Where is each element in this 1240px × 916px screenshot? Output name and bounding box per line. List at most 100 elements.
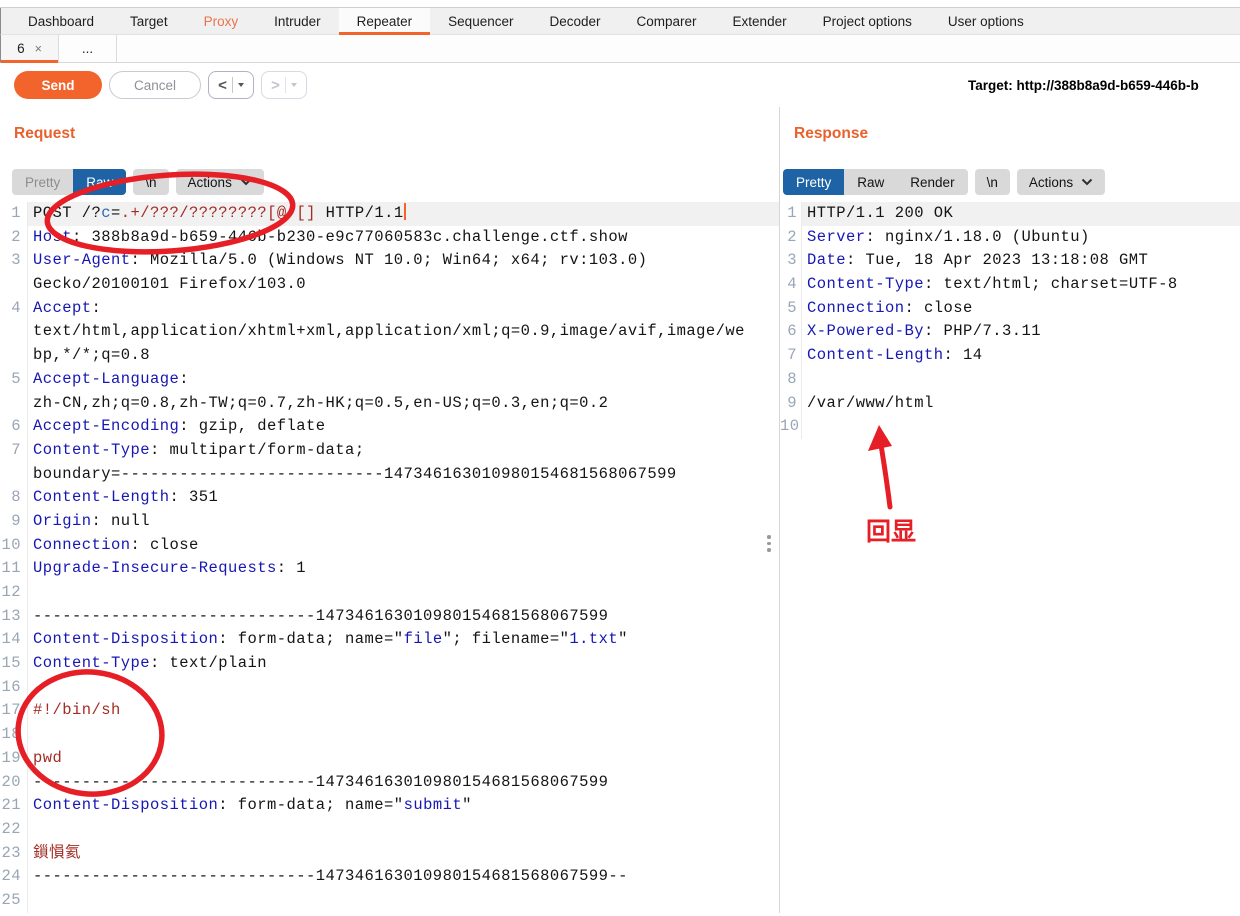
- code-line[interactable]: text/html,application/xhtml+xml,applicat…: [27, 320, 779, 345]
- tab-repeater[interactable]: Repeater: [338, 8, 431, 35]
- code-line[interactable]: pwd: [27, 746, 779, 771]
- tab-intruder[interactable]: Intruder: [256, 8, 339, 34]
- code-line[interactable]: boundary=---------------------------1473…: [27, 462, 779, 487]
- code-line[interactable]: Date: Tue, 18 Apr 2023 13:18:08 GMT: [801, 249, 1240, 274]
- line-number: 20: [1, 772, 21, 791]
- code-line[interactable]: [27, 888, 779, 913]
- send-button[interactable]: Send: [14, 71, 102, 99]
- line-number: 1: [11, 204, 21, 222]
- code-line[interactable]: [27, 723, 779, 747]
- tab-proxy[interactable]: Proxy: [186, 8, 257, 34]
- button-divider: [231, 77, 233, 93]
- code-line[interactable]: /var/www/html: [801, 391, 1240, 416]
- code-line[interactable]: Content-Type: multipart/form-data;: [27, 438, 779, 463]
- cancel-button[interactable]: Cancel: [109, 71, 201, 99]
- code-line[interactable]: Accept-Language:: [27, 367, 779, 392]
- code-line[interactable]: Accept-Encoding: gzip, deflate: [27, 415, 779, 439]
- view-raw-button[interactable]: Raw: [73, 169, 127, 195]
- tab-user-options[interactable]: User options: [930, 8, 1042, 34]
- tab-decoder[interactable]: Decoder: [531, 8, 618, 34]
- code-line[interactable]: [801, 415, 1240, 439]
- line-number: [0, 344, 27, 368]
- code-line[interactable]: [27, 817, 779, 842]
- code-line[interactable]: Connection: close: [801, 296, 1240, 321]
- line-number: [0, 463, 27, 487]
- code-line[interactable]: Origin: null: [27, 509, 779, 534]
- history-dropdown-icon[interactable]: [237, 83, 244, 87]
- line-number: 6: [11, 417, 21, 436]
- actions-label: Actions: [187, 174, 232, 190]
- chevron-down-icon: [240, 178, 252, 186]
- code-line[interactable]: [27, 675, 779, 700]
- line-number: 25: [1, 890, 21, 909]
- view-pretty-button[interactable]: Pretty: [783, 169, 845, 195]
- line-number: 2: [787, 227, 797, 246]
- code-line[interactable]: Content-Length: 14: [801, 344, 1240, 368]
- code-line[interactable]: Content-Length: 351: [27, 486, 779, 510]
- text-cursor: [403, 203, 406, 220]
- code-line[interactable]: Host: 388b8a9d-b659-446b-b230-e9c7706058…: [27, 225, 779, 250]
- newline-label: \n: [145, 174, 157, 190]
- tab-sequencer[interactable]: Sequencer: [430, 8, 531, 34]
- code-line[interactable]: Server: nginx/1.18.0 (Ubuntu): [801, 225, 1240, 250]
- tab-dashboard[interactable]: Dashboard: [10, 8, 112, 34]
- line-number: 14: [1, 630, 21, 649]
- button-divider: [284, 77, 286, 93]
- response-actions-button[interactable]: Actions: [1016, 169, 1106, 195]
- line-number: 23: [1, 843, 21, 862]
- code-line[interactable]: Upgrade-Insecure-Requests: 1: [27, 557, 779, 581]
- line-number: 21: [1, 796, 21, 815]
- code-line[interactable]: -----------------------------14734616301…: [27, 770, 779, 795]
- request-editor[interactable]: 1 POST /?c=.+/???/????????[@-[] HTTP/1.1 2…: [0, 202, 779, 913]
- code-line[interactable]: Content-Disposition: form-data; name="fi…: [27, 628, 779, 653]
- code-line[interactable]: POST /?c=.+/???/????????[@-[] HTTP/1.1: [27, 202, 779, 226]
- line-number: 5: [787, 298, 797, 317]
- code-line[interactable]: Accept:: [27, 296, 779, 321]
- splitter-handle-icon[interactable]: [767, 535, 771, 552]
- tab-comparer[interactable]: Comparer: [619, 8, 715, 34]
- back-button[interactable]: <: [208, 71, 254, 99]
- chevron-down-icon: [1081, 178, 1093, 186]
- code-line[interactable]: -----------------------------14734616301…: [27, 865, 779, 889]
- code-line[interactable]: 鎻愪氦: [27, 841, 779, 866]
- view-render-button[interactable]: Render: [897, 169, 968, 195]
- code-line[interactable]: #!/bin/sh: [27, 699, 779, 724]
- line-number: 5: [11, 369, 21, 388]
- back-arrow-icon: <: [218, 76, 227, 94]
- code-line[interactable]: Content-Disposition: form-data; name="su…: [27, 794, 779, 818]
- code-line[interactable]: Gecko/20100101 Firefox/103.0: [27, 273, 779, 297]
- code-line[interactable]: zh-CN,zh;q=0.8,zh-TW;q=0.7,zh-HK;q=0.5,e…: [27, 391, 779, 416]
- tab-project-options[interactable]: Project options: [805, 8, 930, 34]
- code-line[interactable]: bp,*/*;q=0.8: [27, 344, 779, 368]
- repeater-tab-...[interactable]: ...: [59, 35, 117, 62]
- line-number: 9: [787, 393, 797, 412]
- line-number: 3: [787, 251, 797, 270]
- code-line[interactable]: Content-Type: text/html; charset=UTF-8: [801, 273, 1240, 297]
- code-line[interactable]: -----------------------------14734616301…: [27, 604, 779, 629]
- line-number: 1: [787, 204, 797, 222]
- line-number: 4: [11, 298, 21, 317]
- code-line[interactable]: Connection: close: [27, 533, 779, 558]
- code-line[interactable]: HTTP/1.1 200 OK: [801, 202, 1240, 226]
- line-number: [0, 273, 27, 297]
- line-number: 11: [1, 559, 21, 578]
- code-line[interactable]: X-Powered-By: PHP/7.3.11: [801, 320, 1240, 345]
- response-editor[interactable]: 1 HTTP/1.1 200 OK 2 Server: nginx/1.18.0 (U…: [780, 202, 1240, 913]
- close-tab-icon[interactable]: ×: [35, 42, 42, 56]
- line-number: 7: [787, 346, 797, 365]
- line-number: 10: [780, 417, 800, 436]
- request-view-toggle-group: Pretty Raw: [12, 169, 127, 195]
- repeater-tab-6[interactable]: 6 ×: [1, 35, 59, 63]
- code-line[interactable]: User-Agent: Mozilla/5.0 (Windows NT 10.0…: [27, 249, 779, 274]
- line-number: 18: [1, 725, 21, 744]
- request-actions-button[interactable]: Actions: [175, 169, 264, 195]
- response-newline-toggle-button[interactable]: \n: [974, 169, 1010, 195]
- code-line[interactable]: [801, 367, 1240, 392]
- view-raw-button[interactable]: Raw: [844, 169, 898, 195]
- view-pretty-button[interactable]: Pretty: [12, 169, 74, 195]
- tab-target[interactable]: Target: [112, 8, 186, 34]
- tab-extender[interactable]: Extender: [715, 8, 805, 34]
- request-newline-toggle-button[interactable]: \n: [133, 169, 169, 195]
- code-line[interactable]: [27, 581, 779, 605]
- code-line[interactable]: Content-Type: text/plain: [27, 652, 779, 676]
